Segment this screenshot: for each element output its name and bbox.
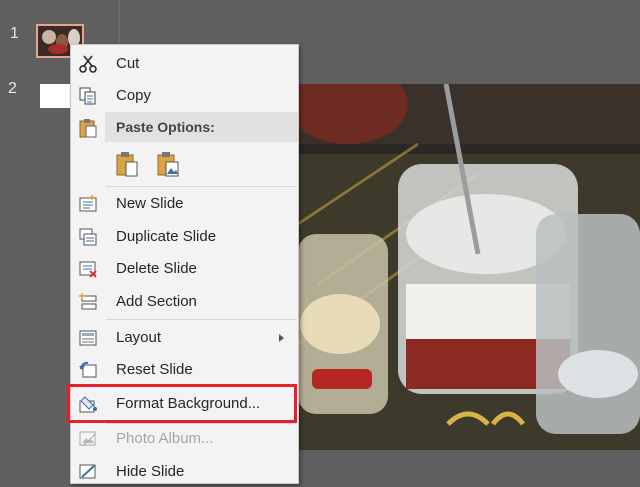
reset-slide-icon: [79, 361, 97, 379]
add-section-icon: [79, 293, 97, 311]
menu-item-hide-slide[interactable]: Hide Slide: [71, 457, 298, 487]
menu-item-cut[interactable]: Cut: [71, 49, 298, 79]
menu-item-label: Reset Slide: [116, 361, 193, 378]
menu-item-layout[interactable]: Layout: [71, 323, 298, 353]
scissors-icon: [79, 55, 97, 73]
menu-item-duplicate-slide[interactable]: Duplicate Slide: [71, 222, 298, 252]
paste-picture-icon[interactable]: [157, 151, 179, 177]
paste-keep-formatting-icon[interactable]: [116, 151, 138, 177]
menu-item-label: Cut: [116, 55, 140, 72]
paste-options-row: [71, 147, 298, 181]
menu-item-reset-slide[interactable]: Reset Slide: [71, 355, 298, 385]
menu-item-label: Photo Album...: [116, 430, 214, 447]
paste-options-header: Paste Options:: [105, 112, 298, 142]
new-slide-icon: [79, 195, 97, 213]
menu-item-label: Duplicate Slide: [116, 228, 217, 245]
menu-item-copy[interactable]: Copy: [71, 81, 298, 111]
slide-photo[interactable]: [298, 84, 640, 450]
menu-item-label: Layout: [116, 329, 162, 346]
menu-item-new-slide[interactable]: New Slide: [71, 189, 298, 219]
duplicate-slide-icon: [79, 228, 97, 246]
context-menu: Cut Copy Paste Options: New Slide Duplic…: [67, 44, 299, 487]
menu-separator: [106, 186, 296, 187]
layout-icon: [79, 329, 97, 347]
menu-item-label: Delete Slide: [116, 260, 197, 277]
menu-separator: [106, 319, 296, 320]
menu-item-photo-album: Photo Album...: [71, 424, 298, 454]
menu-item-label: Add Section: [116, 293, 197, 310]
clipboard-icon: [79, 118, 97, 138]
slide-number-2: 2: [8, 80, 17, 97]
highlight-box: [67, 384, 297, 423]
copy-icon: [79, 87, 97, 105]
slide-number-1: 1: [10, 25, 19, 42]
delete-slide-icon: [79, 260, 97, 278]
menu-item-label: Copy: [116, 87, 152, 104]
menu-item-label: Hide Slide: [116, 463, 185, 480]
menu-item-add-section[interactable]: Add Section: [71, 287, 298, 317]
slide-thumbnail-2[interactable]: [40, 84, 74, 108]
photo-album-icon: [79, 430, 97, 448]
paste-options-label: Paste Options:: [116, 119, 215, 135]
hide-slide-icon: [79, 463, 97, 481]
menu-item-delete-slide[interactable]: Delete Slide: [71, 254, 298, 284]
submenu-arrow-icon: [279, 334, 284, 342]
menu-item-label: New Slide: [116, 195, 184, 212]
